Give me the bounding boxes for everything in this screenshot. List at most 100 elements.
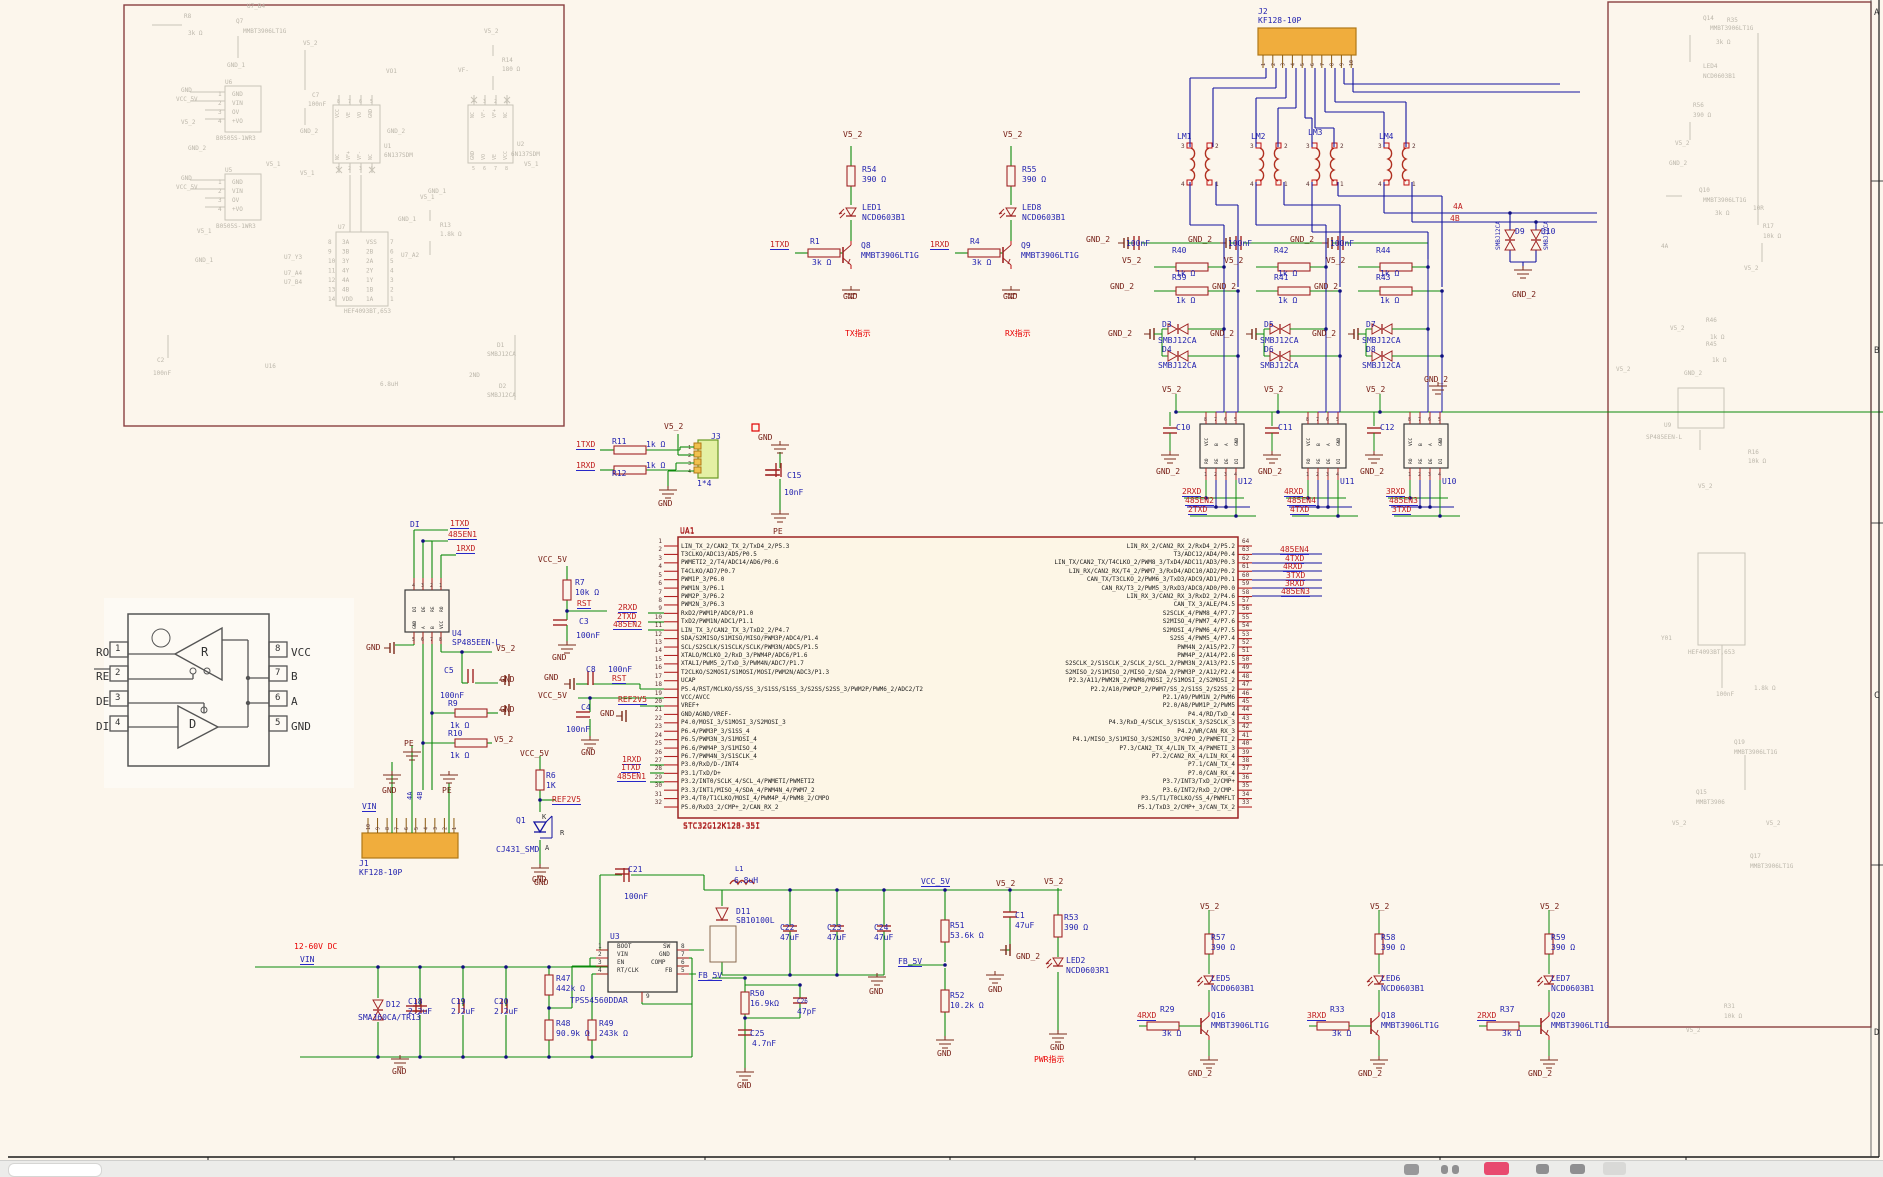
schematic-label: V5_2 xyxy=(996,880,1015,888)
schematic-label: R40 xyxy=(1172,247,1186,255)
schematic-label: NCD0603B1 xyxy=(1211,985,1254,993)
active-tool-icon[interactable] xyxy=(1603,1162,1626,1175)
schematic-label: VO1 xyxy=(386,69,397,75)
layers-icon[interactable] xyxy=(1570,1164,1585,1174)
mcu-pin-label: P2.0/A8/PWM1P_2/PWM5 xyxy=(975,702,1235,709)
schematic-label: 1RXD xyxy=(576,462,595,471)
schematic-label: GND xyxy=(392,1068,406,1076)
schematic-label: GND xyxy=(659,952,670,958)
schematic-label: GND xyxy=(1050,1044,1064,1052)
schematic-label: Q20 xyxy=(1551,1012,1565,1020)
schematic-label: 16.9kΩ xyxy=(750,1000,779,1008)
schematic-label: U10 xyxy=(1442,478,1456,486)
schematic-label: 2.2uF xyxy=(408,1008,432,1016)
schematic-label: 90.9k Ω xyxy=(556,1030,590,1038)
horizontal-scrollbar[interactable] xyxy=(0,1160,1883,1177)
mcu-pin-number: 50 xyxy=(1242,656,1249,663)
schematic-label: V5_1 xyxy=(524,162,538,168)
small-icon-2[interactable] xyxy=(1452,1165,1459,1174)
schematic-label: C8 xyxy=(586,666,596,674)
schematic-label: V5_2 xyxy=(1744,266,1758,272)
mcu-pin-number: 57 xyxy=(1242,597,1249,604)
mcu-pin-label: P3.2/INT0/SCLK_4/SCL_4/PWMETI/PWMETI2 xyxy=(681,778,815,785)
schematic-label: GND_2 xyxy=(1210,330,1234,338)
schematic-label: A xyxy=(545,845,549,852)
schematic-label: HEF4093BT,653 xyxy=(1688,650,1735,656)
schematic-label: PE xyxy=(773,528,783,536)
schematic-label: 100nF xyxy=(576,632,600,640)
schematic-label: U6 xyxy=(225,80,232,86)
schematic-label: GND xyxy=(758,434,772,442)
mcu-pin-label: PWM2P_3/P6.2 xyxy=(681,593,724,600)
schematic-label: R45 xyxy=(1706,342,1717,348)
schematic-label: 10R xyxy=(1753,206,1764,212)
schematic-label: D8 xyxy=(1366,346,1376,354)
grid-icon[interactable] xyxy=(1536,1164,1549,1174)
schematic-label: SW xyxy=(663,944,670,950)
scrollbar-thumb[interactable] xyxy=(8,1163,102,1177)
schematic-label: R44 xyxy=(1376,247,1390,255)
small-icon-1[interactable] xyxy=(1441,1165,1448,1174)
schematic-label: 6 xyxy=(681,960,685,966)
mcu-pin-label: LIN_TX_2/CAN2_TX_2/TxD4_2/P5.3 xyxy=(681,543,789,550)
schematic-label: SMBJ12CA xyxy=(487,352,516,358)
schematic-label: FB_5V xyxy=(898,958,922,967)
schematic-label: R6 xyxy=(546,772,556,780)
schematic-label: GND_2 xyxy=(1424,376,1448,384)
mcu-pin-number: 4 xyxy=(646,563,662,570)
schematic-label: GND xyxy=(737,1082,751,1090)
schematic-label: PE xyxy=(404,740,414,748)
mcu-pin-label: XTALI/PWM5_2/TxD_3/PWM4N/ADC7/P1.7 xyxy=(681,660,804,667)
schematic-label: R41 xyxy=(1274,274,1288,282)
panel-icon[interactable] xyxy=(1404,1164,1419,1175)
schematic-label: 100nF xyxy=(1126,240,1150,248)
schematic-label: J3 xyxy=(711,433,721,441)
mcu-pin-number: 5 xyxy=(646,572,662,579)
schematic-label: VCC xyxy=(291,647,311,659)
schematic-label: 7 xyxy=(275,669,280,678)
schematic-label: VCC_5V xyxy=(520,750,549,758)
schematic-label: D9 xyxy=(1515,228,1525,236)
schematic-label: R53 xyxy=(1064,914,1078,922)
schematic-label: GND_1 xyxy=(398,217,416,223)
schematic-label: A xyxy=(291,696,298,708)
mcu-pin-number: 55 xyxy=(1242,614,1249,621)
schematic-label: R46 xyxy=(1706,318,1717,324)
schematic-label: 100nF xyxy=(1716,692,1734,698)
schematic-label: 1k Ω xyxy=(1176,297,1195,305)
schematic-label: D4 xyxy=(1162,346,1172,354)
schematic-canvas[interactable]: SMBJ12CASMBJ12CA4A4B1GND1GND2VIN2VIN3OV3… xyxy=(0,0,1883,1177)
schematic-label: 3RXD xyxy=(1307,1012,1326,1021)
mcu-pin-number: 27 xyxy=(646,757,662,764)
schematic-label: VIN xyxy=(362,803,376,812)
schematic-label: MMBT3906LT1G xyxy=(1734,750,1777,756)
schematic-label: C2 xyxy=(157,358,164,364)
schematic-label: EN xyxy=(617,960,624,966)
record-icon[interactable] xyxy=(1484,1162,1509,1175)
schematic-label: R42 xyxy=(1274,247,1288,255)
schematic-label: SP485EEN-L xyxy=(1646,435,1682,441)
mcu-pin-number: 12 xyxy=(646,631,662,638)
schematic-label: GND xyxy=(181,176,192,182)
schematic-label: D10 xyxy=(1541,228,1555,236)
schematic-label: 1TXD xyxy=(576,441,595,450)
schematic-labels: V5_2R54390 ΩLED1NCD0603B11TXDR13k ΩQ8MMB… xyxy=(0,0,1883,1177)
schematic-label: V5_1 xyxy=(300,171,314,177)
schematic-label: V5_2 xyxy=(1698,484,1712,490)
mcu-pin-label: P3.7/INT3/TxD_2/CMP+ xyxy=(975,778,1235,785)
schematic-label: 47uF xyxy=(780,934,799,942)
schematic-label: K xyxy=(542,814,546,821)
schematic-label: TX指示 xyxy=(845,330,871,338)
schematic-label: VIN xyxy=(300,956,314,965)
mcu-pin-label: PWMETI2_2/T4/ADC14/AD6/P0.6 xyxy=(681,559,779,566)
mcu-pin-number: 22 xyxy=(646,715,662,722)
schematic-label: SMBJ12CA xyxy=(1362,362,1401,370)
schematic-label: 3k Ω xyxy=(972,259,991,267)
schematic-label: R31 xyxy=(1724,1004,1735,1010)
schematic-label: 4RXD xyxy=(1137,1012,1156,1021)
schematic-label: C21 xyxy=(628,866,642,874)
mcu-pin-label: T4CLKO/AD7/P0.7 xyxy=(681,568,735,575)
schematic-label: R xyxy=(560,830,564,837)
mcu-pin-number: 53 xyxy=(1242,631,1249,638)
schematic-label: LM1 xyxy=(1177,133,1191,141)
